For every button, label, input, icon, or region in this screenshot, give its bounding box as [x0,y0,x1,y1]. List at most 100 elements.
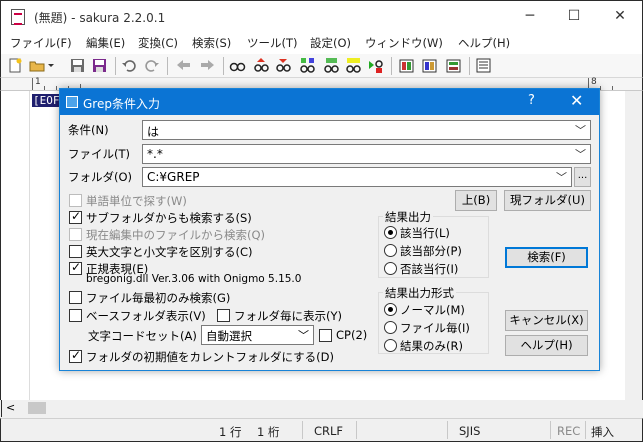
condition-label: 条件(N) [68,123,109,137]
file-label: ファイル(T) [68,147,130,161]
output-nonmatch-label: 否該当行(I) [400,262,459,276]
dialog-title: Grep条件入力 [83,97,160,111]
status-mode[interactable]: 挿入 [591,424,614,440]
menu-help[interactable]: ヘルプ(H) [458,35,510,51]
maximize-button[interactable]: ☐ [551,1,597,32]
menu-tools[interactable]: ツール(T) [247,35,298,51]
search-icon[interactable] [229,57,246,74]
chevron-down-icon[interactable] [47,57,55,74]
case-sensitive-checkbox[interactable] [69,245,82,258]
cp-checkbox[interactable] [319,329,332,342]
subfolders-checkbox[interactable] [69,209,82,224]
status-eol: CRLF [314,424,344,438]
dialog-icon [66,96,78,108]
save-icon[interactable] [69,57,86,74]
ruler-mark-1: 1 [35,77,41,87]
cp-label: CP(2) [336,328,368,342]
scroll-thumb[interactable] [28,402,46,414]
condition-input[interactable]: は ﹀ [142,120,591,140]
base-folder-checkbox[interactable] [69,309,82,322]
condition-value: は [147,125,160,139]
highlight-icon[interactable] [345,57,362,74]
format-radio-per-file[interactable] [384,321,397,334]
menu-window[interactable]: ウィンドウ(W) [365,35,443,51]
document-list-icon[interactable] [475,57,492,74]
chevron-down-icon[interactable]: ﹀ [575,122,586,138]
format-group-title: 結果出力形式 [383,285,456,301]
folder-input[interactable]: C:¥GREP ﹀ [142,167,572,187]
undo-icon[interactable] [121,57,138,74]
up-button[interactable]: 上(B) [455,190,497,211]
search-next-icon[interactable] [253,57,270,74]
word-unit-label: 単語単位で探す(W) [86,194,187,208]
print-preview-icon[interactable] [398,57,415,74]
per-folder-label: フォルダ毎に表示(Y) [234,309,342,323]
grep-icon[interactable] [367,57,384,74]
file-value: *.* [147,147,163,161]
toolbar [0,54,643,78]
horizontal-scrollbar[interactable]: < [1,400,625,417]
title-bar: (無題) - sakura 2.2.0.1 ─ ☐ ✕ [0,0,643,32]
format-per-file-label: ファイル毎(I) [400,321,470,335]
base-folder-label: ベースフォルダ表示(V) [86,309,206,323]
first-match-checkbox[interactable] [69,291,82,304]
menu-search[interactable]: 検索(S) [192,35,231,51]
encoding-value: 自動選択 [206,329,252,343]
regex-checkbox[interactable] [69,260,82,275]
cancel-button[interactable]: キャンセル(X) [505,310,588,331]
dialog-close-icon[interactable]: ✕ [570,91,583,110]
encoding-label: 文字コードセット(A) [88,329,197,343]
compare-icon[interactable] [445,57,462,74]
status-bar: 1 行 1 桁 CRLF SJIS REC 挿入 [0,418,643,442]
window-title: (無題) - sakura 2.2.0.1 [34,11,166,25]
save-all-icon[interactable] [91,57,108,74]
output-radio-nonmatch[interactable] [384,262,397,275]
search-prev-icon[interactable] [275,57,292,74]
browse-button[interactable]: ... [574,167,591,187]
minimize-button[interactable]: ─ [507,1,553,32]
scroll-left-icon[interactable]: < [6,401,15,414]
output-radio-part[interactable] [384,244,397,257]
help-button[interactable]: ヘルプ(H) [505,335,588,356]
outline-icon[interactable] [421,57,438,74]
forward-icon[interactable] [199,57,216,74]
vertical-scrollbar[interactable] [625,91,642,400]
chevron-down-icon[interactable]: ﹀ [556,169,567,185]
redo-icon[interactable] [143,57,160,74]
word-unit-checkbox[interactable] [69,194,82,207]
open-folder-icon[interactable] [29,57,46,74]
grep-dialog: Grep条件入力 ? ✕ 条件(N) は ﹀ ファイル(T) *.* ﹀ フォル… [59,88,600,371]
output-radio-line[interactable] [384,226,397,239]
status-column: 1 桁 [257,425,280,439]
status-rec: REC [557,424,581,438]
app-icon [11,9,25,25]
line-number-area [2,91,30,400]
new-file-icon[interactable] [7,57,24,74]
format-radio-result-only[interactable] [384,339,397,352]
menu-edit[interactable]: 編集(E) [86,35,125,51]
close-button[interactable]: ✕ [597,1,643,32]
replace-icon[interactable] [299,57,316,74]
menu-file[interactable]: ファイル(F) [10,35,72,51]
search-button[interactable]: 検索(F) [505,247,588,268]
help-icon[interactable]: ? [528,93,535,108]
subfolders-label: サブフォルダからも検索する(S) [86,211,252,225]
mark-icon[interactable] [323,57,340,74]
current-file-label: 現在編集中のファイルから検索(Q) [86,228,266,242]
chevron-down-icon[interactable]: ﹀ [298,327,309,343]
back-icon[interactable] [175,57,192,74]
init-folder-checkbox[interactable] [69,348,82,363]
menu-convert[interactable]: 変換(C) [138,35,178,51]
current-file-checkbox[interactable] [69,228,82,241]
current-folder-button[interactable]: 現フォルダ(U) [504,190,591,211]
per-folder-checkbox[interactable] [217,309,230,322]
chevron-down-icon[interactable]: ﹀ [575,146,586,162]
case-sensitive-label: 英大文字と小文字を区別する(C) [86,245,253,259]
format-normal-label: ノーマル(M) [400,303,465,317]
encoding-select[interactable]: 自動選択 ﹀ [201,325,314,345]
first-match-label: ファイル毎最初のみ検索(G) [86,291,231,305]
menu-settings[interactable]: 設定(O) [310,35,351,51]
format-radio-normal[interactable] [384,303,397,316]
output-group-title: 結果出力 [383,209,433,225]
file-input[interactable]: *.* ﹀ [142,144,591,164]
